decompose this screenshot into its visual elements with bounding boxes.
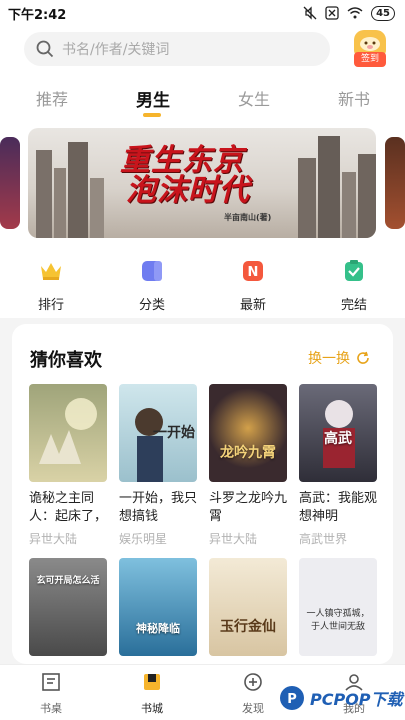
- banner-title-line1: 重生东京: [120, 143, 244, 178]
- book-title: 一开始，我只想搞钱: [119, 491, 197, 524]
- book-card[interactable]: 玉行金仙: [209, 558, 287, 656]
- watermark: P PCPOP下载: [278, 680, 405, 716]
- discover-icon: [244, 673, 262, 691]
- book-cover: 玉行金仙: [209, 558, 287, 656]
- svg-text:N: N: [248, 265, 259, 280]
- book-card[interactable]: 神秘降临: [119, 558, 197, 656]
- book-card[interactable]: 一人镇守孤城，于人世间无敌: [299, 558, 377, 656]
- book-genre: 高武世界: [299, 532, 348, 546]
- book-card[interactable]: 龙吟九霄 斗罗之龙吟九霄 异世大陆: [209, 384, 287, 547]
- book-card[interactable]: 一开始 一开始，我只想搞钱 娱乐明星: [119, 384, 197, 547]
- bookstore-icon: [144, 674, 160, 690]
- banner-next-peek[interactable]: [385, 137, 405, 229]
- book-cover: 玄可开局怎么活: [29, 558, 107, 656]
- cover-art: [39, 398, 97, 464]
- refresh-button[interactable]: 换一换: [308, 348, 370, 368]
- cover-title: 一人镇守孤城，于人世间无敌: [306, 609, 370, 632]
- watermark-logo-icon: P: [280, 686, 304, 710]
- cover-title: 龙吟九霄: [220, 445, 276, 461]
- svg-text:P: P: [287, 692, 297, 707]
- book-cover: 神秘降临: [119, 558, 197, 656]
- quick-link-label: 排行: [37, 298, 64, 313]
- book-genre: 娱乐明星: [119, 532, 168, 546]
- quick-link-category[interactable]: 分类: [127, 258, 177, 313]
- mute-icon: [303, 6, 317, 20]
- banner-title-line2: 泡沫时代: [126, 173, 250, 208]
- quick-link-ranking[interactable]: 排行: [26, 258, 76, 313]
- category-tabs: 推荐 男生 女生 新书: [0, 78, 405, 120]
- bookshelf-icon: [42, 673, 60, 691]
- book-cover: 一人镇守孤城，于人世间无敌: [299, 558, 377, 656]
- book-cover: 龙吟九霄: [209, 384, 287, 482]
- quick-link-label: 完结: [340, 298, 367, 313]
- banner-prev-peek[interactable]: [0, 137, 20, 229]
- book-title: 诡秘之主同人：起床了，: [29, 491, 107, 524]
- book-genre: 异世大陆: [209, 532, 258, 546]
- banner-author: 半亩南山(著): [224, 213, 272, 222]
- quick-link-label: 分类: [138, 298, 165, 313]
- top-bar: 书名/作者/关键词 签到: [0, 26, 405, 78]
- status-bar: 下午2:42 45: [0, 0, 405, 26]
- category-icon: [142, 261, 162, 281]
- wifi-icon: [347, 7, 363, 19]
- refresh-label: 换一换: [308, 351, 350, 367]
- status-icons: 45: [303, 5, 395, 21]
- book-cover: [29, 384, 107, 482]
- quick-link-completed[interactable]: 完结: [329, 258, 379, 313]
- book-title: 斗罗之龙吟九霄: [209, 491, 287, 524]
- tab-female[interactable]: 女生: [238, 86, 270, 110]
- watermark-text: PCPOP下载: [310, 690, 403, 709]
- nav-label: 书城: [141, 702, 163, 715]
- book-genre: 异世大陆: [29, 532, 78, 546]
- book-card[interactable]: 玄可开局怎么活: [29, 558, 107, 656]
- quick-link-label: 最新: [239, 298, 266, 313]
- book-cover: 高武: [299, 384, 377, 482]
- refresh-icon: [357, 351, 369, 364]
- crown-icon: [41, 263, 61, 280]
- tab-recommend[interactable]: 推荐: [36, 86, 68, 110]
- cover-title: 神秘降临: [136, 622, 180, 635]
- book-cover: 一开始: [119, 384, 197, 482]
- quick-link-latest[interactable]: N 最新: [228, 258, 278, 313]
- nav-discover[interactable]: 发现: [228, 671, 278, 716]
- nav-label: 发现: [242, 702, 264, 715]
- cover-title: 一开始: [153, 425, 195, 441]
- sign-in-label: 签到: [354, 52, 386, 67]
- book-card[interactable]: 高武 高武：我能观想神明 高武世界: [299, 384, 377, 547]
- cover-title: 玉行金仙: [220, 619, 276, 635]
- featured-banner[interactable]: 重生东京 泡沫时代 半亩南山(著): [28, 128, 376, 238]
- search-placeholder: 书名/作者/关键词: [62, 42, 170, 58]
- sign-in-button[interactable]: 签到: [350, 30, 390, 70]
- book-card[interactable]: 诡秘之主同人：起床了， 异世大陆: [29, 384, 107, 547]
- cover-title: 玄可开局怎么活: [36, 576, 100, 586]
- section-title: 猜你喜欢: [30, 350, 102, 371]
- quick-links: 排行 分类 N 最新 完结: [0, 244, 405, 318]
- signal-x-icon: [325, 6, 339, 20]
- battery-indicator: 45: [371, 5, 395, 21]
- tab-new-books[interactable]: 新书: [338, 86, 370, 110]
- nav-label: 书桌: [40, 702, 62, 715]
- guess-you-like-section: 猜你喜欢 换一换 诡秘之主同人：起床了， 异世大陆 一开始 一开始，我只想搞钱 …: [12, 324, 393, 664]
- book-title: 高武：我能观想神明: [299, 491, 377, 524]
- banner-carousel: 重生东京 泡沫时代 半亩南山(著): [0, 120, 405, 244]
- banner-title: 重生东京 泡沫时代: [120, 146, 250, 206]
- cover-title: 高武: [324, 431, 352, 447]
- search-bar[interactable]: 书名/作者/关键词: [24, 32, 330, 66]
- tab-male[interactable]: 男生: [136, 86, 170, 111]
- search-icon: [36, 40, 54, 58]
- nav-bookstore[interactable]: 书城: [127, 671, 177, 716]
- completed-icon: [345, 260, 363, 281]
- active-tab-indicator: [143, 113, 161, 117]
- nav-bookshelf[interactable]: 书桌: [26, 671, 76, 716]
- status-time: 下午2:42: [8, 7, 67, 23]
- new-icon: N: [243, 261, 263, 281]
